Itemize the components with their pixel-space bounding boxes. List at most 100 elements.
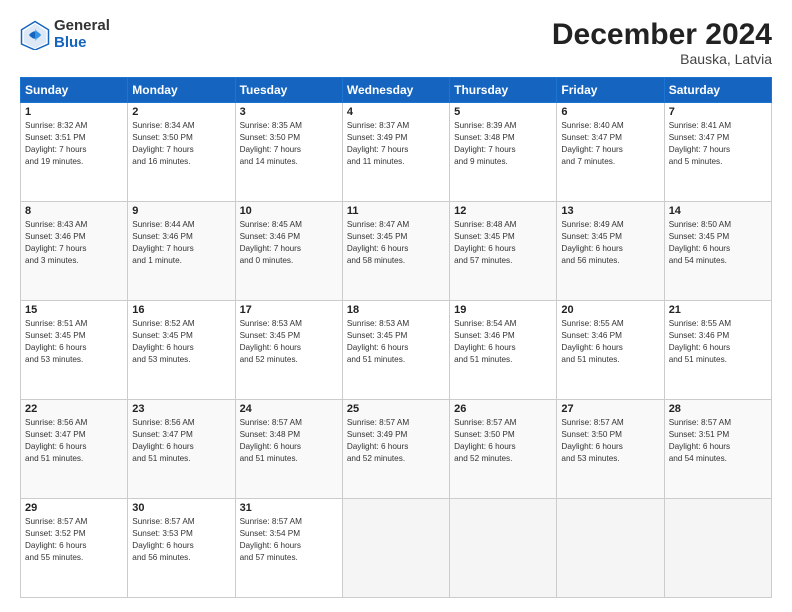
day-number: 19 [454, 304, 552, 316]
calendar-cell: 21 Sunrise: 8:55 AM Sunset: 3:46 PM Dayli… [664, 301, 771, 400]
day-info: Sunrise: 8:53 AM Sunset: 3:45 PM Dayligh… [240, 318, 338, 366]
day-info: Sunrise: 8:43 AM Sunset: 3:46 PM Dayligh… [25, 219, 123, 267]
day-info: Sunrise: 8:56 AM Sunset: 3:47 PM Dayligh… [132, 417, 230, 465]
calendar-table: SundayMondayTuesdayWednesdayThursdayFrid… [20, 77, 772, 598]
day-info: Sunrise: 8:57 AM Sunset: 3:53 PM Dayligh… [132, 516, 230, 564]
day-info: Sunrise: 8:37 AM Sunset: 3:49 PM Dayligh… [347, 120, 445, 168]
calendar-cell: 14 Sunrise: 8:50 AM Sunset: 3:45 PM Dayli… [664, 202, 771, 301]
week-row-1: 1Sunrise: 8:32 AM Sunset: 3:51 PM Daylig… [21, 103, 772, 202]
calendar-cell: 6 Sunrise: 8:40 AM Sunset: 3:47 PM Daylig… [557, 103, 664, 202]
calendar-cell: 5Sunrise: 8:39 AM Sunset: 3:48 PM Daylig… [450, 103, 557, 202]
calendar-cell: 29Sunrise: 8:57 AM Sunset: 3:52 PM Dayli… [21, 499, 128, 598]
day-info: Sunrise: 8:34 AM Sunset: 3:50 PM Dayligh… [132, 120, 230, 168]
day-number: 5 [454, 106, 552, 118]
day-number: 11 [347, 205, 445, 217]
day-number: 6 [561, 106, 659, 118]
day-number: 18 [347, 304, 445, 316]
day-number: 21 [669, 304, 767, 316]
day-info: Sunrise: 8:47 AM Sunset: 3:45 PM Dayligh… [347, 219, 445, 267]
day-info: Sunrise: 8:45 AM Sunset: 3:46 PM Dayligh… [240, 219, 338, 267]
day-number: 22 [25, 403, 123, 415]
calendar-cell: 27Sunrise: 8:57 AM Sunset: 3:50 PM Dayli… [557, 400, 664, 499]
day-number: 4 [347, 106, 445, 118]
calendar-cell: 9Sunrise: 8:44 AM Sunset: 3:46 PM Daylig… [128, 202, 235, 301]
day-number: 29 [25, 502, 123, 514]
day-number: 15 [25, 304, 123, 316]
day-number: 20 [561, 304, 659, 316]
calendar-cell [664, 499, 771, 598]
calendar-cell: 4 Sunrise: 8:37 AM Sunset: 3:49 PM Daylig… [342, 103, 449, 202]
day-info: Sunrise: 8:35 AM Sunset: 3:50 PM Dayligh… [240, 120, 338, 168]
day-info: Sunrise: 8:57 AM Sunset: 3:50 PM Dayligh… [561, 417, 659, 465]
day-info: Sunrise: 8:48 AM Sunset: 3:45 PM Dayligh… [454, 219, 552, 267]
title-block: December 2024 Bauska, Latvia [552, 18, 772, 67]
calendar-cell: 31 Sunrise: 8:57 AM Sunset: 3:54 PM Dayli… [235, 499, 342, 598]
calendar-cell: 10 Sunrise: 8:45 AM Sunset: 3:46 PM Dayli… [235, 202, 342, 301]
calendar-cell: 16Sunrise: 8:52 AM Sunset: 3:45 PM Dayli… [128, 301, 235, 400]
day-info: Sunrise: 8:55 AM Sunset: 3:46 PM Dayligh… [669, 318, 767, 366]
day-number: 8 [25, 205, 123, 217]
day-info: Sunrise: 8:57 AM Sunset: 3:54 PM Dayligh… [240, 516, 338, 564]
calendar-cell: 3 Sunrise: 8:35 AM Sunset: 3:50 PM Daylig… [235, 103, 342, 202]
calendar-cell [342, 499, 449, 598]
weekday-header-sunday: Sunday [21, 78, 128, 103]
calendar-cell: 30 Sunrise: 8:57 AM Sunset: 3:53 PM Dayli… [128, 499, 235, 598]
day-number: 9 [132, 205, 230, 217]
calendar-cell [450, 499, 557, 598]
day-info: Sunrise: 8:41 AM Sunset: 3:47 PM Dayligh… [669, 120, 767, 168]
calendar-cell: 2 Sunrise: 8:34 AM Sunset: 3:50 PM Daylig… [128, 103, 235, 202]
day-number: 28 [669, 403, 767, 415]
calendar-cell: 15Sunrise: 8:51 AM Sunset: 3:45 PM Dayli… [21, 301, 128, 400]
day-number: 23 [132, 403, 230, 415]
day-number: 26 [454, 403, 552, 415]
day-number: 16 [132, 304, 230, 316]
day-number: 12 [454, 205, 552, 217]
day-info: Sunrise: 8:50 AM Sunset: 3:45 PM Dayligh… [669, 219, 767, 267]
weekday-header-wednesday: Wednesday [342, 78, 449, 103]
calendar-cell: 7 Sunrise: 8:41 AM Sunset: 3:47 PM Daylig… [664, 103, 771, 202]
calendar-cell: 17 Sunrise: 8:53 AM Sunset: 3:45 PM Dayli… [235, 301, 342, 400]
weekday-header-tuesday: Tuesday [235, 78, 342, 103]
calendar-cell: 8 Sunrise: 8:43 AM Sunset: 3:46 PM Daylig… [21, 202, 128, 301]
day-number: 30 [132, 502, 230, 514]
calendar-cell: 1Sunrise: 8:32 AM Sunset: 3:51 PM Daylig… [21, 103, 128, 202]
subtitle: Bauska, Latvia [552, 51, 772, 67]
day-number: 17 [240, 304, 338, 316]
calendar-cell: 23 Sunrise: 8:56 AM Sunset: 3:47 PM Dayli… [128, 400, 235, 499]
day-number: 1 [25, 106, 123, 118]
main-title: December 2024 [552, 18, 772, 51]
day-info: Sunrise: 8:55 AM Sunset: 3:46 PM Dayligh… [561, 318, 659, 366]
day-number: 13 [561, 205, 659, 217]
week-row-5: 29Sunrise: 8:57 AM Sunset: 3:52 PM Dayli… [21, 499, 772, 598]
weekday-header-thursday: Thursday [450, 78, 557, 103]
day-number: 7 [669, 106, 767, 118]
day-info: Sunrise: 8:57 AM Sunset: 3:48 PM Dayligh… [240, 417, 338, 465]
weekday-header-monday: Monday [128, 78, 235, 103]
page: General Blue December 2024 Bauska, Latvi… [0, 0, 792, 612]
calendar-cell: 11 Sunrise: 8:47 AM Sunset: 3:45 PM Dayli… [342, 202, 449, 301]
calendar-cell [557, 499, 664, 598]
calendar-cell: 24Sunrise: 8:57 AM Sunset: 3:48 PM Dayli… [235, 400, 342, 499]
logo: General Blue [20, 18, 110, 51]
header: General Blue December 2024 Bauska, Latvi… [20, 18, 772, 67]
day-info: Sunrise: 8:40 AM Sunset: 3:47 PM Dayligh… [561, 120, 659, 168]
calendar-cell: 25Sunrise: 8:57 AM Sunset: 3:49 PM Dayli… [342, 400, 449, 499]
day-info: Sunrise: 8:53 AM Sunset: 3:45 PM Dayligh… [347, 318, 445, 366]
calendar-cell: 20 Sunrise: 8:55 AM Sunset: 3:46 PM Dayli… [557, 301, 664, 400]
day-number: 25 [347, 403, 445, 415]
logo-icon [20, 20, 50, 50]
weekday-header-friday: Friday [557, 78, 664, 103]
day-number: 31 [240, 502, 338, 514]
day-number: 10 [240, 205, 338, 217]
weekday-header-saturday: Saturday [664, 78, 771, 103]
day-number: 14 [669, 205, 767, 217]
calendar-cell: 26 Sunrise: 8:57 AM Sunset: 3:50 PM Dayli… [450, 400, 557, 499]
calendar-cell: 12 Sunrise: 8:48 AM Sunset: 3:45 PM Dayli… [450, 202, 557, 301]
day-number: 2 [132, 106, 230, 118]
day-info: Sunrise: 8:57 AM Sunset: 3:51 PM Dayligh… [669, 417, 767, 465]
day-number: 3 [240, 106, 338, 118]
day-info: Sunrise: 8:56 AM Sunset: 3:47 PM Dayligh… [25, 417, 123, 465]
calendar-cell: 13Sunrise: 8:49 AM Sunset: 3:45 PM Dayli… [557, 202, 664, 301]
day-info: Sunrise: 8:54 AM Sunset: 3:46 PM Dayligh… [454, 318, 552, 366]
day-info: Sunrise: 8:57 AM Sunset: 3:50 PM Dayligh… [454, 417, 552, 465]
